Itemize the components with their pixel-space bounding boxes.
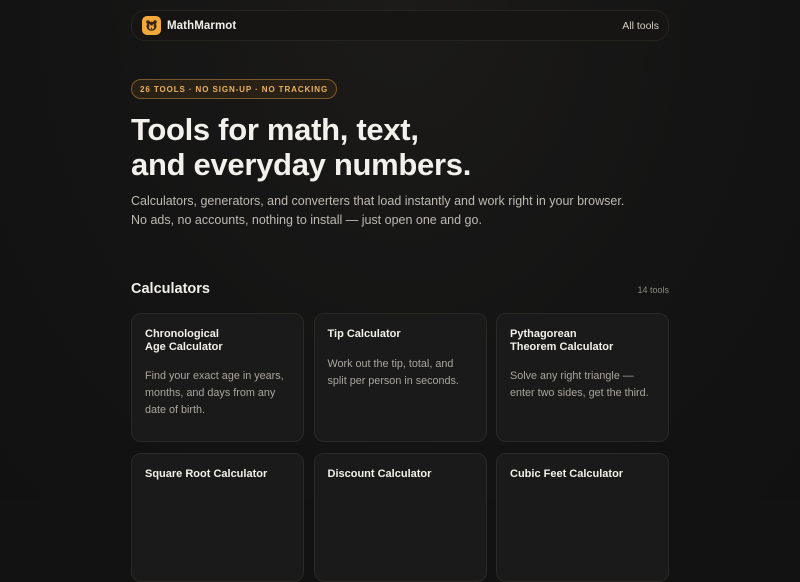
tool-grid: Chronological Age Calculator Find your e… [131,313,669,582]
top-nav: MathMarmot All tools [131,10,669,41]
tool-card-square-root[interactable]: Square Root Calculator [131,453,304,582]
card-description: Work out the tip, total, and split per p… [327,357,459,387]
tool-card-pythagorean[interactable]: Pythagorean Theorem Calculator Solve any… [496,313,669,442]
hero-title: Tools for math, text, and everyday numbe… [131,112,691,182]
section-tool-count: 14 tools [637,285,669,295]
tools-badge: 26 TOOLS · NO SIGN-UP · NO TRACKING [131,79,338,99]
tool-card-cubic-feet[interactable]: Cubic Feet Calculator [496,453,669,582]
card-title: Cubic Feet Calculator [510,468,624,480]
card-title: Pythagorean Theorem Calculator [510,328,614,353]
section-header: Calculators 14 tools [131,281,669,297]
tool-card-discount[interactable]: Discount Calculator [313,453,487,582]
card-title: Chronological Age Calculator [145,328,223,353]
hero-title-line-2: and everyday numbers. [131,147,472,182]
marmot-logo-icon [142,16,161,35]
card-title: Square Root Calculator [145,468,268,480]
section-title: Calculators [131,281,210,297]
tool-card-tip[interactable]: Tip Calculator Work out the tip, total, … [313,313,487,442]
tool-card-age[interactable]: Chronological Age Calculator Find your e… [131,313,304,442]
hero-title-line-1: Tools for math, text, [131,112,419,147]
card-description: Solve any right triangle — enter two sid… [510,370,649,399]
card-title: Tip Calculator [327,328,401,340]
card-description: Find your exact age in years, months, an… [145,370,284,416]
brand-name: MathMarmot [167,19,237,32]
hero-subtitle: Calculators, generators, and converters … [131,194,625,227]
all-tools-link[interactable]: All tools [622,20,659,32]
card-title: Discount Calculator [327,468,432,480]
brand-link[interactable]: MathMarmot [142,16,236,35]
